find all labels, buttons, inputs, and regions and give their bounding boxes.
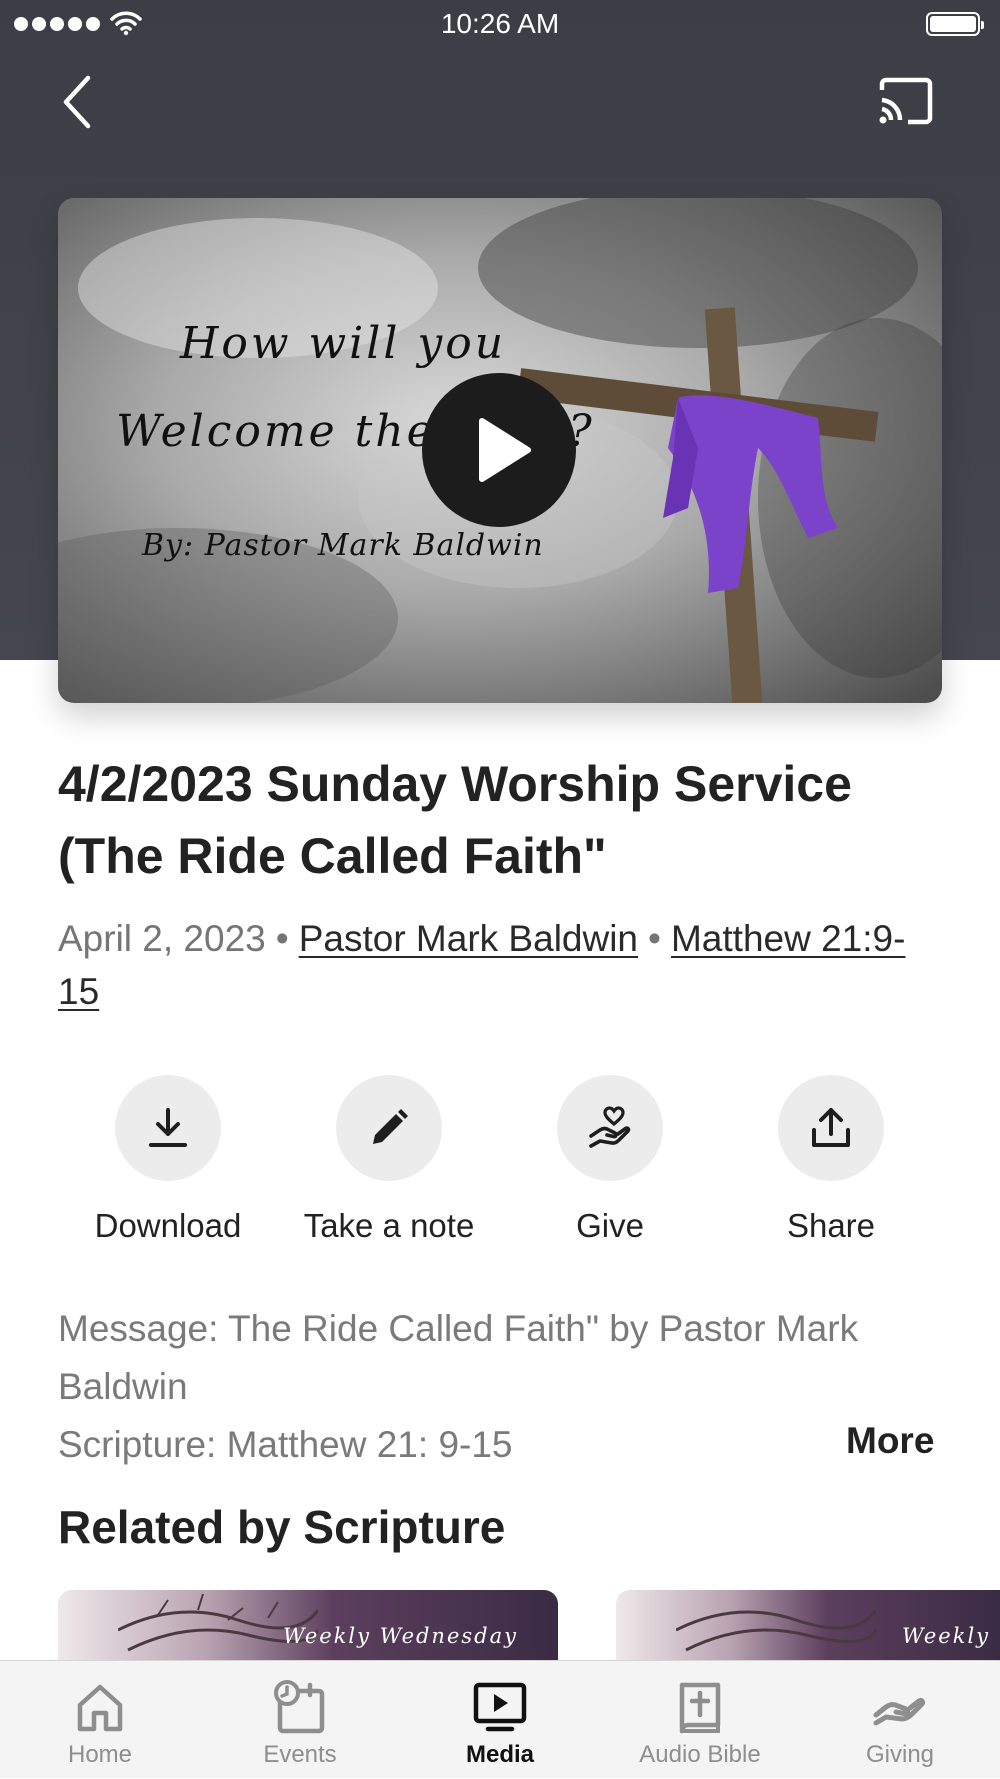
chevron-left-icon bbox=[63, 75, 91, 129]
sermon-title: 4/2/2023 Sunday Worship Service (The Rid… bbox=[58, 756, 852, 884]
download-icon bbox=[149, 1108, 187, 1147]
scripture-line: Scripture: Matthew 21: 9-15 bbox=[58, 1424, 513, 1465]
play-button[interactable] bbox=[422, 373, 576, 527]
video-overlay-line3: By: Pastor Mark Baldwin bbox=[142, 528, 544, 563]
speaker-link[interactable]: Pastor Mark Baldwin bbox=[299, 918, 638, 959]
play-icon bbox=[479, 418, 531, 482]
more-button[interactable]: More bbox=[846, 1420, 934, 1462]
tab-media[interactable]: Media bbox=[400, 1661, 600, 1779]
give-label: Give bbox=[576, 1207, 644, 1244]
home-icon bbox=[77, 1684, 123, 1732]
tab-bar: Home Events Media Audio Bible Giving bbox=[0, 1660, 1000, 1778]
share-label: Share bbox=[786, 1207, 876, 1244]
meta-separator: • bbox=[275, 918, 289, 959]
back-button[interactable] bbox=[56, 72, 100, 132]
related-card[interactable]: Weekly We bbox=[616, 1590, 1000, 1670]
sermon-date: April 2, 2023 bbox=[58, 918, 266, 959]
sermon-meta: April 2, 2023 • Pastor Mark Baldwin • Matthe… bbox=[58, 912, 938, 1018]
tab-giving[interactable]: Giving bbox=[800, 1661, 1000, 1779]
tab-media-label: Media bbox=[465, 1741, 534, 1768]
status-bar: 10:26 AM bbox=[0, 0, 1000, 50]
giving-hand-icon bbox=[873, 1697, 926, 1726]
tab-events-label: Events bbox=[263, 1741, 337, 1768]
take-note-label: Take a note bbox=[303, 1207, 475, 1244]
tab-home[interactable]: Home bbox=[0, 1661, 200, 1779]
give-heart-hand-icon bbox=[589, 1106, 631, 1148]
meta-separator: • bbox=[648, 918, 661, 959]
action-row: Download Take a note Give Share bbox=[0, 1075, 1000, 1255]
tab-audio-bible-label: Audio Bible bbox=[639, 1741, 761, 1768]
message-line: Message: The Ride Called Faith" by Pasto… bbox=[58, 1308, 859, 1407]
related-card-title: Weekly Wednesday bbox=[282, 1624, 518, 1648]
battery-icon bbox=[926, 12, 984, 36]
cast-icon bbox=[879, 77, 933, 125]
related-card[interactable]: Weekly Wednesday bbox=[58, 1590, 558, 1670]
tv-play-icon bbox=[473, 1682, 527, 1732]
related-card-title: Weekly We bbox=[902, 1624, 1000, 1648]
pencil-icon bbox=[373, 1109, 408, 1144]
status-time: 10:26 AM bbox=[440, 8, 560, 39]
tab-home-label: Home bbox=[67, 1741, 133, 1768]
related-section-title: Related by Scripture bbox=[58, 1501, 506, 1553]
sermon-description: Message: The Ride Called Faith" by Pasto… bbox=[58, 1300, 898, 1474]
thorn-crown-image bbox=[676, 1609, 876, 1652]
share-icon bbox=[812, 1108, 850, 1147]
give-button[interactable]: Give bbox=[510, 1075, 710, 1245]
download-label: Download bbox=[94, 1207, 242, 1244]
tab-audio-bible[interactable]: Audio Bible bbox=[600, 1661, 800, 1779]
video-overlay-line1: How will you bbox=[180, 318, 507, 369]
tab-events[interactable]: Events bbox=[200, 1661, 400, 1779]
cast-button[interactable] bbox=[876, 76, 936, 128]
video-player[interactable]: How will you Welcome the King? By: Pasto… bbox=[58, 198, 942, 703]
tab-giving-label: Giving bbox=[865, 1741, 935, 1768]
take-note-button[interactable]: Take a note bbox=[289, 1075, 489, 1245]
share-button[interactable]: Share bbox=[731, 1075, 931, 1245]
download-button[interactable]: Download bbox=[68, 1075, 268, 1245]
bible-icon bbox=[679, 1682, 721, 1734]
calendar-clock-icon bbox=[274, 1680, 325, 1734]
